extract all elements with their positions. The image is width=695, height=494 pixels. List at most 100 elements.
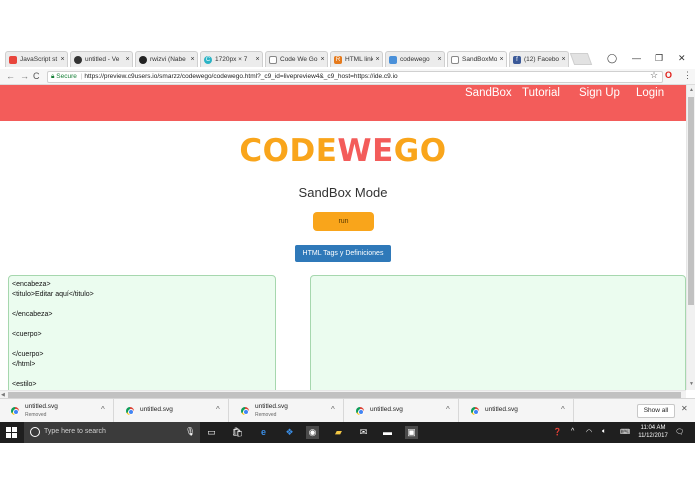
page-icon <box>451 55 459 64</box>
c-icon: C <box>204 55 212 64</box>
close-icon[interactable]: × <box>435 56 444 63</box>
chrome-icon <box>356 407 364 415</box>
chevron-up-icon[interactable]: ^ <box>101 405 105 414</box>
secure-label: Secure <box>56 73 77 80</box>
tab-label: 1720px × 7 <box>215 56 248 63</box>
wifi-icon[interactable]: ◠ <box>586 428 592 436</box>
mail-icon[interactable]: ✉ <box>357 426 370 439</box>
reload-icon[interactable]: C <box>33 71 40 81</box>
chevron-up-icon[interactable]: ^ <box>216 405 220 414</box>
dropbox-icon[interactable]: ❖ <box>283 426 296 439</box>
browser-tab[interactable]: R HTML link c × <box>330 51 383 67</box>
chrome-taskbar-icon[interactable]: ◉ <box>306 426 319 439</box>
vertical-scrollbar[interactable]: ▲ ▼ <box>686 85 695 390</box>
opera-extension-icon[interactable]: O <box>665 70 672 80</box>
download-item[interactable]: untitled.svg ^ <box>115 399 229 423</box>
tab-label: untitled - Ve <box>85 56 120 63</box>
task-view-icon[interactable]: ▭ <box>205 426 218 439</box>
close-icon[interactable]: × <box>559 56 568 63</box>
logo-go: GO <box>393 133 447 169</box>
download-status: Removed <box>25 412 47 418</box>
window-close-icon[interactable]: ✕ <box>678 53 686 64</box>
close-downloads-icon[interactable]: ✕ <box>681 404 688 413</box>
scroll-up-icon[interactable]: ▲ <box>689 87 694 93</box>
url-input[interactable]: 🔒︎ Secure | https://preview.c9users.io/sm… <box>47 71 663 83</box>
run-button[interactable]: run <box>313 212 374 231</box>
store-icon[interactable]: 🛍︎ <box>231 426 244 439</box>
download-item[interactable]: untitled.svg ^ <box>345 399 459 423</box>
clock-time: 11:04 AM <box>640 425 666 431</box>
chevron-up-tray-icon[interactable]: ^ <box>571 428 574 435</box>
tab-label: codewego <box>400 56 430 63</box>
browser-tab[interactable]: C 1720px × 7 × <box>200 51 263 67</box>
nav-sandbox-link[interactable]: SandBox <box>465 87 512 99</box>
photos-icon[interactable]: ▣ <box>405 426 418 439</box>
horizontal-scrollbar[interactable]: ◀ <box>0 390 686 398</box>
close-icon[interactable]: × <box>373 56 382 63</box>
microphone-icon[interactable]: 🎙︎ <box>185 427 195 436</box>
taskbar-search[interactable]: Type here to search 🎙︎ <box>24 422 200 443</box>
volume-icon[interactable]: 🔈︎ <box>602 428 606 436</box>
chevron-up-icon[interactable]: ^ <box>561 405 565 414</box>
facebook-icon: f <box>513 55 521 64</box>
close-icon[interactable]: × <box>188 56 197 63</box>
menu-icon[interactable]: ⋮ <box>683 70 692 81</box>
code-editor[interactable]: <encabeza> <titulo>Editar aquí</titulo> … <box>8 275 276 390</box>
back-icon[interactable]: ← <box>6 71 15 81</box>
close-icon[interactable]: × <box>58 56 67 63</box>
bookmark-star-icon[interactable]: ☆ <box>650 70 658 81</box>
download-filename: untitled.svg <box>485 406 518 413</box>
screen: JavaScript st × untitled - Ve × rwizvi (… <box>0 0 695 494</box>
vertical-scroll-thumb[interactable] <box>688 97 694 305</box>
edge-icon[interactable]: e <box>257 426 270 439</box>
codewego-logo: CODEWEGO <box>0 133 686 169</box>
chrome-icon <box>11 407 19 415</box>
tab-label: (12) Faceboo <box>524 56 559 63</box>
search-placeholder: Type here to search <box>44 428 106 435</box>
keyboard-icon[interactable]: ⌨ <box>620 428 630 436</box>
browser-tab[interactable]: codewego × <box>385 51 445 67</box>
browser-tab[interactable]: untitled - Ve × <box>70 51 133 67</box>
download-status: Removed <box>255 412 277 418</box>
scroll-down-icon[interactable]: ▼ <box>689 381 694 387</box>
nav-tutorial-link[interactable]: Tutorial <box>522 87 560 99</box>
blank-margin <box>0 443 695 494</box>
browser-tab-active[interactable]: SandBoxMo × <box>447 51 507 67</box>
windows-taskbar: Type here to search 🎙︎ ▭ 🛍︎ e ❖ ◉ ▰ ✉ ▬ … <box>0 422 695 443</box>
notifications-icon[interactable]: 🗨︎ <box>675 428 684 436</box>
browser-tab[interactable]: rwizvi (Nabe × <box>135 51 198 67</box>
file-explorer-icon[interactable]: ▰ <box>332 426 345 439</box>
browser-tab[interactable]: JavaScript st × <box>5 51 68 67</box>
browser-tab[interactable]: Code We Go × <box>265 51 328 67</box>
chevron-up-icon[interactable]: ^ <box>446 405 450 414</box>
close-icon[interactable]: × <box>123 56 132 63</box>
windows-start-icon[interactable] <box>6 427 17 438</box>
nav-login-link[interactable]: Login <box>636 87 664 99</box>
browser-tab[interactable]: f (12) Faceboo × <box>509 51 569 67</box>
profile-icon[interactable]: ◯ <box>607 53 617 64</box>
restore-icon[interactable]: ❐ <box>655 53 663 64</box>
nav-signup-link[interactable]: Sign Up <box>579 87 620 99</box>
show-all-button[interactable]: Show all <box>637 404 675 418</box>
address-bar-row: ← → C 🔒︎ Secure | https://preview.c9users… <box>0 69 695 85</box>
close-icon[interactable]: × <box>318 56 327 63</box>
taskbar-clock[interactable]: 11:04 AM 11/12/2017 <box>637 424 669 440</box>
chevron-up-icon[interactable]: ^ <box>331 405 335 414</box>
help-icon[interactable]: ❓ <box>553 428 562 436</box>
download-item[interactable]: untitled.svg Removed ^ <box>230 399 344 423</box>
close-icon[interactable]: × <box>253 56 262 63</box>
url-text: https://preview.c9users.io/smarzz/codewe… <box>84 73 398 80</box>
new-tab-button[interactable] <box>569 53 593 65</box>
tab-label: rwizvi (Nabe <box>150 56 186 63</box>
download-item[interactable]: untitled.svg ^ <box>460 399 574 423</box>
close-icon[interactable]: × <box>497 56 506 63</box>
forward-icon[interactable]: → <box>20 71 29 81</box>
github-icon <box>139 55 147 64</box>
js-icon <box>9 55 17 64</box>
download-item[interactable]: untitled.svg Removed ^ <box>0 399 114 423</box>
html-tags-button[interactable]: HTML Tags y Definiciones <box>295 245 391 262</box>
page-title: SandBox Mode <box>298 185 388 200</box>
tab-label: HTML link c <box>345 56 373 63</box>
terminal-icon[interactable]: ▬ <box>381 426 394 439</box>
minimize-icon[interactable]: — <box>632 53 641 63</box>
